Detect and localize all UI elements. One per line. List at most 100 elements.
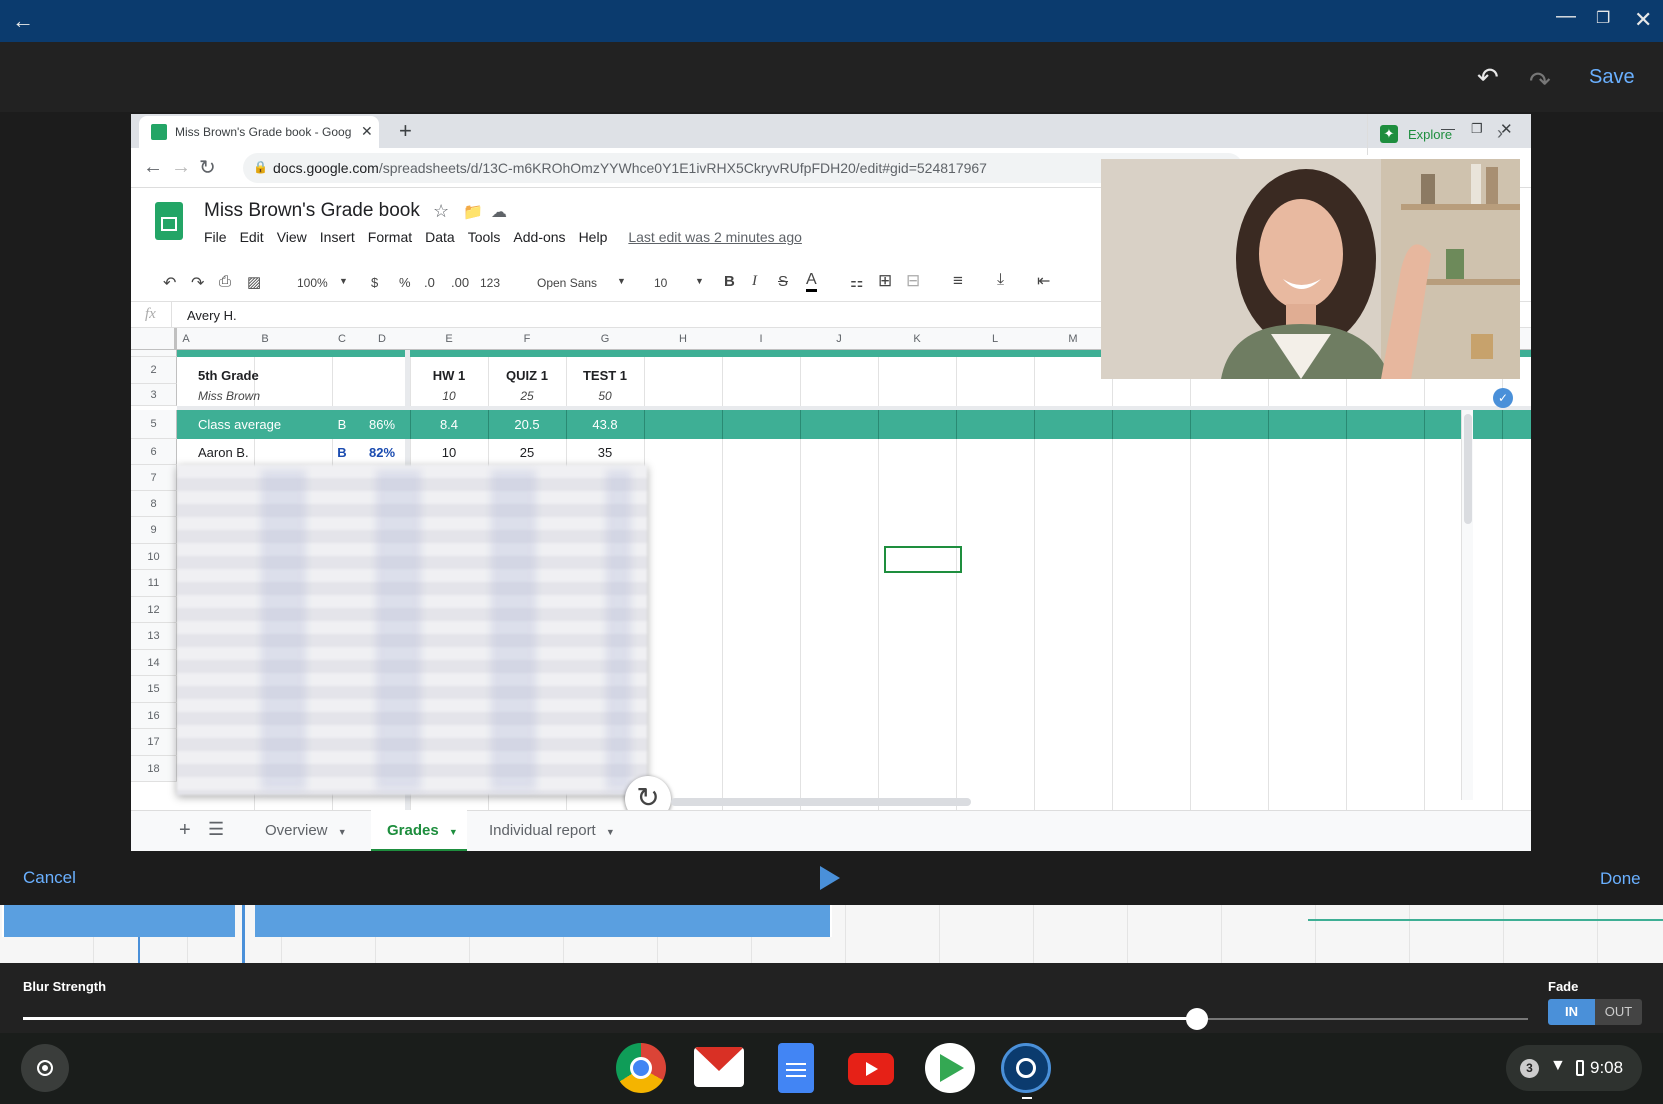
back-icon[interactable]: ← [143, 156, 163, 179]
hw-points[interactable]: 10 [410, 389, 488, 403]
row-header-10[interactable]: 10 [131, 544, 177, 570]
col-header-g[interactable]: G [566, 333, 644, 345]
percent-button[interactable]: % [399, 275, 411, 290]
col-header-i[interactable]: I [722, 333, 800, 345]
star-icon[interactable]: ☆ [433, 201, 449, 222]
average-test[interactable]: 43.8 [566, 410, 644, 439]
hw-header[interactable]: HW 1 [410, 368, 488, 383]
redo-icon[interactable]: ↷ [191, 273, 204, 293]
chrome-icon[interactable] [616, 1043, 666, 1093]
fill-color-icon[interactable]: ⚏ [850, 273, 863, 291]
tab-grades[interactable]: Grades ▼ [371, 810, 467, 851]
fade-toggle[interactable]: IN OUT [1548, 999, 1642, 1025]
student-quiz[interactable]: 25 [488, 439, 566, 465]
row-header-17[interactable]: 17 [131, 729, 177, 756]
menu-data[interactable]: Data [425, 229, 455, 245]
teacher-name[interactable]: Miss Brown [198, 389, 260, 403]
borders-icon[interactable]: ⊞ [878, 271, 892, 291]
playhead[interactable] [242, 905, 245, 963]
zoom-select[interactable]: 100% [297, 276, 328, 290]
slider-knob[interactable] [1185, 1008, 1208, 1030]
video-timeline[interactable] [0, 905, 1663, 963]
redo-icon[interactable]: ↷ [1529, 68, 1551, 94]
last-edit-link[interactable]: Last edit was 2 minutes ago [628, 229, 802, 245]
play-store-icon[interactable] [925, 1043, 975, 1093]
col-header-l[interactable]: L [956, 333, 1034, 345]
average-percent[interactable]: 86% [362, 410, 402, 439]
font-size-select[interactable]: 10 [654, 276, 667, 290]
quiz-header[interactable]: QUIZ 1 [488, 368, 566, 383]
reload-icon[interactable]: ↻ [199, 155, 216, 180]
font-select[interactable]: Open Sans [537, 276, 597, 290]
fade-in-button[interactable]: IN [1548, 999, 1595, 1025]
row-header-2[interactable]: 2 [131, 357, 177, 384]
student-test[interactable]: 35 [566, 439, 644, 465]
sheet-grid[interactable]: 2 3 5 6 7 8 9 10 11 12 13 14 15 16 17 18… [131, 350, 1531, 810]
doc-title[interactable]: Miss Brown's Grade book [204, 200, 420, 222]
menu-help[interactable]: Help [579, 229, 608, 245]
row-header-7[interactable]: 7 [131, 465, 177, 491]
check-circle-icon[interactable]: ✓ [1493, 388, 1513, 408]
minimize-icon[interactable]: — [1556, 6, 1576, 26]
menu-addons[interactable]: Add-ons [513, 229, 565, 245]
undo-icon[interactable]: ↶ [1477, 64, 1499, 90]
paint-format-icon[interactable]: ▨ [247, 273, 261, 291]
merge-cells-icon[interactable]: ⊟ [906, 271, 920, 291]
row-header-3[interactable]: 3 [131, 384, 177, 406]
text-wrap-icon[interactable]: ⇤ [1037, 271, 1050, 291]
formula-input[interactable]: Avery H. [187, 308, 237, 323]
currency-button[interactable]: $ [371, 275, 378, 290]
student-percent[interactable]: 82% [362, 439, 402, 465]
explore-button[interactable]: ✦ Explore [1367, 114, 1467, 155]
col-header-f[interactable]: F [488, 333, 566, 345]
more-formats-button[interactable]: 123 [480, 276, 500, 290]
tab-individual-report[interactable]: Individual report ▼ [489, 822, 615, 839]
vertical-scrollbar[interactable] [1461, 410, 1473, 800]
row-header-15[interactable]: 15 [131, 676, 177, 703]
done-button[interactable]: Done [1600, 869, 1641, 889]
col-header-d[interactable]: D [362, 333, 402, 345]
fade-out-button[interactable]: OUT [1595, 999, 1642, 1025]
align-left-icon[interactable]: ≡ [953, 271, 963, 291]
menu-tools[interactable]: Tools [468, 229, 501, 245]
blur-segment-1[interactable] [2, 905, 235, 937]
col-header-j[interactable]: J [800, 333, 878, 345]
student-letter[interactable]: B [322, 439, 362, 465]
row-header-9[interactable]: 9 [131, 517, 177, 544]
average-label[interactable]: Class average [198, 410, 281, 439]
all-sheets-icon[interactable]: ☰ [208, 819, 224, 840]
bold-icon[interactable]: B [724, 273, 735, 290]
col-header-k[interactable]: K [878, 333, 956, 345]
col-header-b[interactable]: B [195, 333, 335, 345]
menu-file[interactable]: File [204, 229, 227, 245]
select-all-corner[interactable] [131, 328, 177, 350]
restore-icon[interactable]: ❐ [1596, 11, 1610, 27]
student-hw[interactable]: 10 [410, 439, 488, 465]
italic-icon[interactable]: I [752, 273, 757, 290]
row-header-1[interactable] [131, 350, 177, 357]
cancel-button[interactable]: Cancel [23, 868, 76, 888]
test-header[interactable]: TEST 1 [566, 368, 644, 383]
print-icon[interactable]: ⎙ [219, 273, 231, 290]
student-name[interactable]: Aaron B. [198, 439, 249, 465]
quiz-points[interactable]: 25 [488, 389, 566, 403]
text-color-icon[interactable]: A [806, 271, 817, 292]
menu-format[interactable]: Format [368, 229, 412, 245]
average-hw[interactable]: 8.4 [410, 410, 488, 439]
move-folder-icon[interactable]: 📁 [463, 202, 483, 222]
average-quiz[interactable]: 20.5 [488, 410, 566, 439]
col-header-e[interactable]: E [410, 333, 488, 345]
col-header-a[interactable]: A [177, 333, 195, 345]
horizontal-scrollbar-thumb[interactable] [671, 798, 971, 806]
average-letter[interactable]: B [322, 410, 362, 439]
menu-insert[interactable]: Insert [320, 229, 355, 245]
launcher-button[interactable] [21, 1044, 69, 1092]
scrollbar-thumb[interactable] [1464, 414, 1472, 524]
col-header-h[interactable]: H [644, 333, 722, 345]
gmail-icon[interactable] [694, 1047, 744, 1087]
youtube-icon[interactable] [848, 1053, 894, 1085]
close-icon[interactable]: ✕ [1634, 9, 1652, 31]
back-arrow-icon[interactable]: ← [12, 10, 34, 32]
test-points[interactable]: 50 [566, 389, 644, 403]
row-header-14[interactable]: 14 [131, 650, 177, 676]
